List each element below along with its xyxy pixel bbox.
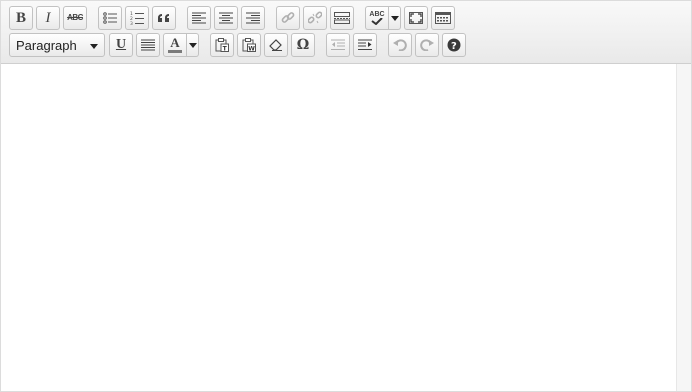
editor-content-area[interactable]	[1, 64, 675, 391]
text-color-button[interactable]: A	[163, 33, 187, 57]
paste-text-icon: T	[215, 38, 229, 52]
clear-formatting-button[interactable]	[264, 33, 288, 57]
spellcheck-dropdown-arrow[interactable]	[389, 6, 401, 30]
undo-icon	[393, 39, 407, 51]
justify-button[interactable]	[136, 33, 160, 57]
text-color-swatch	[168, 50, 182, 53]
read-more-icon	[334, 12, 350, 24]
align-right-icon	[246, 12, 260, 24]
spellcheck-button[interactable]: ABC	[365, 6, 389, 30]
outdent-button[interactable]	[326, 33, 350, 57]
outdent-icon	[331, 39, 345, 50]
bullet-list-button[interactable]	[98, 6, 122, 30]
chevron-down-icon	[188, 42, 197, 48]
svg-text:W: W	[248, 46, 255, 53]
indent-icon	[358, 39, 372, 50]
numbered-list-icon: 1 2 3	[130, 11, 144, 25]
blockquote-icon	[158, 14, 169, 22]
indent-button[interactable]	[353, 33, 377, 57]
strikethrough-button[interactable]: ABC	[63, 6, 87, 30]
spellcheck-label: ABC	[369, 11, 385, 18]
text-color-split-button: A	[163, 33, 199, 57]
italic-button[interactable]: I	[36, 6, 60, 30]
toolbar-row-1: B I ABC 1 2 3 ABC	[9, 6, 458, 30]
align-left-icon	[192, 12, 206, 24]
align-left-button[interactable]	[187, 6, 211, 30]
paste-word-icon: W	[242, 38, 256, 52]
paste-text-button[interactable]: T	[210, 33, 234, 57]
format-select-value: Paragraph	[16, 37, 77, 53]
align-center-button[interactable]	[214, 6, 238, 30]
unlink-icon	[308, 11, 322, 24]
unlink-button[interactable]	[303, 6, 327, 30]
read-more-button[interactable]	[330, 6, 354, 30]
link-button[interactable]	[276, 6, 300, 30]
kitchen-sink-button[interactable]	[431, 6, 455, 30]
text-color-icon: A	[170, 35, 180, 50]
blockquote-button[interactable]	[152, 6, 176, 30]
spellcheck-icon	[371, 18, 383, 25]
svg-text:?: ?	[451, 41, 457, 52]
special-character-button[interactable]: Ω	[291, 33, 315, 57]
redo-button[interactable]	[415, 33, 439, 57]
fullscreen-button[interactable]	[404, 6, 428, 30]
kitchen-sink-icon	[435, 12, 451, 24]
underline-button[interactable]: U	[109, 33, 133, 57]
clear-formatting-icon	[269, 39, 282, 51]
paste-word-button[interactable]: W	[237, 33, 261, 57]
chevron-down-icon	[390, 15, 399, 21]
toolbar-row-2: Paragraph U A T W Ω ?	[9, 33, 469, 57]
align-right-button[interactable]	[241, 6, 265, 30]
editor-scrollbar[interactable]	[676, 64, 691, 391]
bullet-list-icon	[103, 12, 117, 24]
link-icon	[281, 12, 295, 23]
spellcheck-split-button: ABC	[365, 6, 401, 30]
chevron-down-icon	[90, 44, 98, 49]
redo-icon	[420, 39, 434, 51]
bold-button[interactable]: B	[9, 6, 33, 30]
rich-text-editor: B I ABC 1 2 3 ABC Paragraph U A T W Ω ?	[0, 0, 692, 392]
format-select[interactable]: Paragraph	[9, 33, 105, 57]
help-button[interactable]: ?	[442, 33, 466, 57]
align-center-icon	[219, 12, 233, 24]
fullscreen-icon	[409, 12, 423, 24]
editor-toolbar: B I ABC 1 2 3 ABC Paragraph U A T W Ω ?	[1, 1, 691, 64]
text-color-dropdown-arrow[interactable]	[187, 33, 199, 57]
numbered-list-button[interactable]: 1 2 3	[125, 6, 149, 30]
svg-text:3: 3	[130, 21, 133, 25]
undo-button[interactable]	[388, 33, 412, 57]
justify-icon	[141, 39, 155, 51]
help-icon: ?	[447, 38, 461, 52]
